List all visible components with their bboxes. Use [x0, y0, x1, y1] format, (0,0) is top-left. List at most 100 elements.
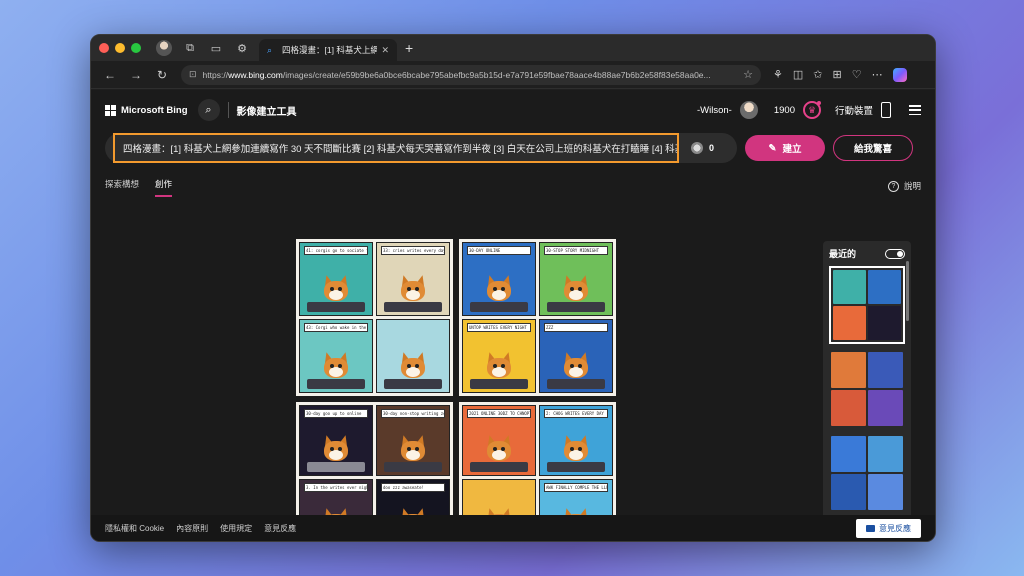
tab-creations[interactable]: 創作 — [155, 175, 173, 197]
lock-icon[interactable]: ⊡ — [189, 69, 197, 80]
corgi-illustration — [396, 350, 430, 382]
points-count[interactable]: 1900 — [774, 105, 795, 116]
recent-title: 最近的 — [829, 249, 857, 259]
recent-sidebar: 最近的 — [823, 241, 911, 541]
tab-bar: ⧉ ▭ ⚙ ⌕ 四格漫畫：[1] 科基犬上網參加細 ✕ + — [91, 35, 935, 61]
browser-window: ⧉ ▭ ⚙ ⌕ 四格漫畫：[1] 科基犬上網參加細 ✕ + ← → ↻ ⊡ ht… — [90, 34, 936, 542]
back-button[interactable]: ← — [99, 64, 121, 86]
split-screen-icon[interactable]: ◫ — [793, 68, 803, 81]
collections-icon[interactable]: ⊞ — [833, 68, 842, 81]
panel-caption: 41: corgis go to sociate to non-stop wri… — [304, 246, 368, 255]
search-icon[interactable]: ⌕ — [197, 99, 220, 121]
comic-panel: 30-day non-stop writing zonertrsde! — [376, 405, 450, 476]
header-divider — [227, 102, 229, 118]
brand-name[interactable]: Microsoft Bing — [121, 105, 188, 116]
close-tab-icon[interactable]: ✕ — [381, 45, 389, 56]
tab-active[interactable]: ⌕ 四格漫畫：[1] 科基犬上網參加細 ✕ — [259, 39, 397, 61]
tab-actions-icon[interactable]: ▭ — [207, 39, 225, 57]
comic-panel — [376, 319, 450, 393]
surprise-me-button[interactable]: 給我驚喜 — [833, 135, 913, 161]
create-label: 建立 — [782, 144, 802, 155]
sidebar-scrollbar[interactable] — [906, 261, 909, 321]
url-field[interactable]: ⊡ https://www.bing.com/images/create/e59… — [181, 64, 761, 85]
mobile-label[interactable]: 行動裝置 — [835, 103, 873, 117]
new-tab-button[interactable]: + — [405, 40, 413, 56]
help-icon: ? — [887, 180, 899, 192]
forward-button[interactable]: → — [125, 64, 147, 86]
menu-icon[interactable] — [909, 105, 921, 115]
comic-panel: ZZZ — [539, 319, 613, 393]
avatar[interactable] — [739, 101, 758, 119]
laptop-illustration — [307, 461, 365, 472]
prompt-input[interactable]: 四格漫畫：[1] 科基犬上網參加連續寫作 30 天不間斷比賽 [2] 科基犬每天… — [113, 133, 679, 163]
favorite-star-icon[interactable]: ☆ — [743, 68, 753, 81]
panel-caption: 33: cries writes every day — [381, 246, 445, 255]
panel-caption: 30-DAY ONLINE — [467, 246, 531, 255]
laptop-illustration — [384, 461, 442, 472]
feedback-link[interactable]: 意見反應 — [264, 523, 296, 534]
privacy-link[interactable]: 隱私權和 Cookie — [105, 523, 164, 534]
corgi-illustration — [319, 350, 353, 382]
close-window-button[interactable] — [99, 43, 109, 53]
help-label: 說明 — [903, 181, 921, 191]
settings-icon[interactable]: ⚙ — [233, 39, 251, 57]
generated-image[interactable]: 30-DAY ONLINE 30-STOP STORY MIDNIGHT UNT… — [459, 239, 616, 396]
tab-explore[interactable]: 探索構想 — [105, 175, 139, 197]
user-name[interactable]: -Wilson- — [697, 105, 732, 116]
microsoft-logo-icon — [105, 104, 116, 116]
page-footer: 隱私權和 Cookie 內容原則 使用規定 意見反應 意見反應 — [91, 515, 935, 541]
laptop-illustration — [307, 302, 365, 312]
heart-icon[interactable]: ♡ — [852, 68, 862, 81]
panel-caption: 30-day goo up to online — [304, 409, 368, 418]
prompt-container: 四格漫畫：[1] 科基犬上網參加連續寫作 30 天不間斷比賽 [2] 科基犬每天… — [105, 133, 737, 163]
laptop-illustration — [547, 379, 605, 389]
panel-caption: AWK FINALLY COMPLE THE LLEPPW — [544, 482, 608, 492]
comic-panel: 2: CHOG WRITES EVERY DAY — [539, 405, 613, 476]
corgi-illustration — [319, 273, 353, 305]
panel-caption: 43: Corgi who wake in the armany dozes o… — [304, 323, 368, 332]
recent-header: 最近的 — [829, 247, 905, 260]
panel-caption: 2021 ONLINE 30DZ TO CHNOPTER 30 NON-STOP… — [467, 409, 531, 418]
content-policy-link[interactable]: 內容原則 — [176, 523, 208, 534]
page-title: 影像建立工具 — [236, 106, 297, 118]
tab-title: 四格漫畫：[1] 科基犬上網參加細 — [282, 45, 377, 55]
extensions-icon[interactable]: ⚘ — [773, 68, 783, 81]
trophy-icon[interactable]: ♛ — [802, 101, 821, 119]
corgi-illustration — [396, 433, 430, 465]
terms-link[interactable]: 使用規定 — [220, 523, 252, 534]
laptop-illustration — [307, 379, 365, 389]
laptop-illustration — [547, 461, 605, 472]
bing-page: Microsoft Bing ⌕ 影像建立工具 -Wilson- 1900 ♛ … — [91, 90, 935, 541]
comic-panel: 43: Corgi who wake in the armany dozes o… — [299, 319, 373, 393]
url-prefix: https:// — [202, 69, 229, 80]
comic-panel: 2021 ONLINE 30DZ TO CHNOPTER 30 NON-STOP… — [462, 405, 536, 476]
minimize-window-button[interactable] — [115, 43, 125, 53]
favorites-icon[interactable]: ✩ — [813, 68, 822, 81]
workspaces-icon[interactable]: ⧉ — [181, 39, 199, 57]
boost-coin-icon — [691, 142, 703, 154]
refresh-button[interactable]: ↻ — [151, 64, 173, 86]
create-button[interactable]: ✎ 建立 — [745, 135, 825, 161]
maximize-window-button[interactable] — [131, 43, 141, 53]
sub-navigation: 探索構想 創作 ? 說明 — [91, 175, 935, 197]
laptop-illustration — [384, 379, 442, 389]
recent-thumbnail[interactable] — [829, 266, 905, 344]
feedback-button[interactable]: 意見反應 — [856, 518, 921, 538]
help-link[interactable]: ? 說明 — [887, 180, 921, 192]
laptop-illustration — [384, 302, 442, 312]
phone-icon[interactable] — [881, 102, 891, 118]
feedback-button-label: 意見反應 — [879, 523, 911, 533]
corgi-illustration — [482, 350, 516, 382]
recent-thumbnail[interactable] — [829, 350, 905, 428]
profile-icon[interactable] — [155, 39, 173, 57]
url-path: /images/create/e59b9be6a0bce6bcabe795abe… — [282, 69, 711, 80]
panel-caption: 30-STOP STORY MIDNIGHT — [544, 246, 608, 255]
recent-toggle[interactable] — [885, 248, 905, 259]
corgi-illustration — [559, 273, 593, 305]
copilot-icon[interactable] — [892, 67, 907, 82]
laptop-illustration — [470, 302, 528, 312]
generated-image[interactable]: 41: corgis go to sociate to non-stop wri… — [296, 239, 453, 396]
corgi-illustration — [559, 350, 593, 382]
recent-thumbnail[interactable] — [829, 434, 905, 512]
more-icon[interactable]: ⋯ — [872, 68, 883, 81]
